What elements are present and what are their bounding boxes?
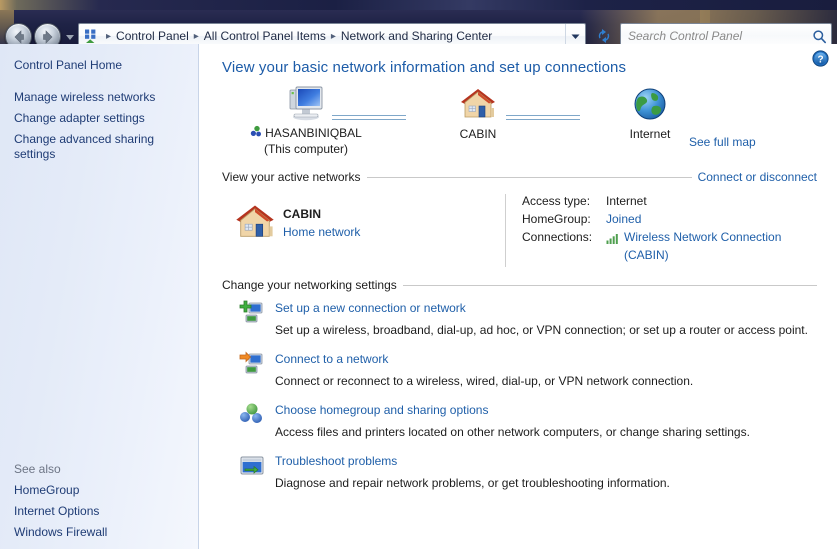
- wireless-signal-icon: [606, 228, 620, 249]
- navigation-bar: ▸ Control Panel ▸ All Control Panel Item…: [0, 10, 837, 44]
- sidebar-item-control-panel-home[interactable]: Control Panel Home: [0, 44, 199, 87]
- troubleshoot-problems-link[interactable]: Troubleshoot problems: [275, 453, 397, 469]
- breadcrumb-separator-2: ▸: [330, 31, 337, 42]
- sidebar-item-windows-firewall[interactable]: Windows Firewall: [0, 522, 199, 543]
- network-badge-icon: [250, 125, 263, 141]
- connect-to-network-desc: Connect or reconnect to a wireless, wire…: [275, 373, 693, 389]
- troubleshoot-problems-desc: Diagnose and repair network problems, or…: [275, 475, 670, 491]
- connect-or-disconnect-link[interactable]: Connect or disconnect: [698, 170, 817, 184]
- window-glass-strip: [0, 0, 837, 10]
- search-icon[interactable]: [807, 29, 831, 44]
- computer-icon: [284, 84, 328, 122]
- map-node-label-this-computer: HASANBINIQBAL: [265, 126, 362, 141]
- connections-value: Wireless Network Connection (CABIN): [606, 228, 781, 264]
- see-also-label: See also: [0, 459, 199, 480]
- choose-homegroup-link[interactable]: Choose homegroup and sharing options: [275, 402, 488, 418]
- change-settings-section-header: Change your networking settings: [222, 278, 817, 292]
- search-input[interactable]: [621, 28, 807, 44]
- map-node-cabin[interactable]: CABIN: [418, 86, 538, 142]
- homegroup-value-link[interactable]: Joined: [606, 210, 641, 228]
- troubleshoot-icon: [239, 453, 265, 479]
- sidebar: Control Panel Home Manage wireless netwo…: [0, 44, 199, 549]
- detail-row-access-type: Access type: Internet: [522, 192, 822, 210]
- task-item-choose-homegroup[interactable]: Choose homegroup and sharing options Acc…: [200, 402, 837, 453]
- network-map: HASANBINIQBAL (This computer) CABIN: [200, 84, 837, 162]
- breadcrumb-item-network-and-sharing-center[interactable]: Network and Sharing Center: [337, 27, 496, 45]
- connect-to-network-link[interactable]: Connect to a network: [275, 351, 388, 367]
- control-panel-icon: [79, 28, 102, 44]
- content-area: Control Panel Home Manage wireless netwo…: [0, 44, 837, 549]
- help-icon: ?: [812, 50, 829, 67]
- homegroup-label: HomeGroup:: [522, 210, 606, 228]
- active-networks-section-header: View your active networks Connect or dis…: [222, 170, 817, 184]
- section-rule: [367, 177, 692, 178]
- choose-homegroup-desc: Access files and printers located on oth…: [275, 424, 750, 440]
- change-settings-heading: Change your networking settings: [222, 278, 397, 292]
- access-type-value: Internet: [606, 192, 647, 210]
- page-title: View your basic network information and …: [222, 59, 626, 76]
- task-item-troubleshoot-problems[interactable]: Troubleshoot problems Diagnose and repai…: [200, 453, 837, 504]
- map-connection-line-1: [332, 115, 406, 121]
- homegroup-icon: [239, 402, 265, 428]
- sidebar-see-also-section: See also HomeGroup Internet Options Wind…: [0, 459, 199, 543]
- connections-link[interactable]: Wireless Network Connection: [624, 230, 781, 244]
- map-node-sublabel-this-computer: (This computer): [246, 142, 366, 157]
- main-panel: ? View your basic network information an…: [200, 44, 837, 549]
- house-icon: [458, 86, 498, 122]
- map-node-internet[interactable]: Internet: [590, 86, 710, 142]
- set-up-new-connection-link[interactable]: Set up a new connection or network: [275, 300, 466, 316]
- connect-network-icon: [239, 351, 265, 377]
- sidebar-item-change-advanced-sharing-settings[interactable]: Change advanced sharing settings: [0, 129, 165, 165]
- sidebar-top-links: Control Panel Home Manage wireless netwo…: [0, 44, 199, 165]
- active-network-name: CABIN: [283, 207, 321, 221]
- task-item-connect-to-network[interactable]: Connect to a network Connect or reconnec…: [200, 351, 837, 402]
- active-networks-section: CABIN Home network Access type: Internet…: [200, 192, 837, 272]
- breadcrumb-separator-0: ▸: [105, 31, 112, 42]
- task-list: Set up a new connection or network Set u…: [200, 300, 837, 504]
- sidebar-item-homegroup[interactable]: HomeGroup: [0, 480, 199, 501]
- active-network-type-link[interactable]: Home network: [283, 225, 360, 239]
- active-network-divider: [505, 194, 506, 267]
- sidebar-item-internet-options[interactable]: Internet Options: [0, 501, 199, 522]
- help-button[interactable]: ?: [812, 50, 829, 67]
- connections-link-line2[interactable]: (CABIN): [624, 248, 669, 262]
- breadcrumb-item-control-panel[interactable]: Control Panel: [112, 27, 193, 45]
- sidebar-item-change-adapter-settings[interactable]: Change adapter settings: [0, 108, 199, 129]
- sidebar-item-manage-wireless-networks[interactable]: Manage wireless networks: [0, 87, 199, 108]
- detail-row-homegroup: HomeGroup: Joined: [522, 210, 822, 228]
- map-node-label-cabin: CABIN: [418, 127, 538, 142]
- connections-label: Connections:: [522, 228, 606, 264]
- refresh-icon: [594, 26, 614, 46]
- active-network-house-icon: [233, 202, 277, 245]
- chevron-down-icon: [64, 31, 76, 43]
- see-full-map-link[interactable]: See full map: [689, 135, 756, 149]
- svg-text:?: ?: [817, 54, 823, 65]
- map-connection-line-2: [506, 115, 580, 121]
- task-item-set-up-new-connection[interactable]: Set up a new connection or network Set u…: [200, 300, 837, 351]
- active-networks-heading: View your active networks: [222, 170, 361, 184]
- new-connection-icon: [239, 300, 265, 326]
- chevron-down-icon: [570, 31, 581, 42]
- detail-row-connections: Connections: Wireless Network Connecti: [522, 228, 822, 264]
- active-network-details: Access type: Internet HomeGroup: Joined …: [522, 192, 822, 264]
- breadcrumb-separator-1: ▸: [193, 31, 200, 42]
- globe-icon: [632, 86, 668, 122]
- map-node-label-row: HASANBINIQBAL: [246, 125, 366, 141]
- set-up-new-connection-desc: Set up a wireless, broadband, dial-up, a…: [275, 322, 808, 338]
- section-rule: [403, 285, 817, 286]
- recent-pages-button[interactable]: [64, 31, 76, 43]
- access-type-label: Access type:: [522, 192, 606, 210]
- breadcrumb-item-all-control-panel-items[interactable]: All Control Panel Items: [200, 27, 330, 45]
